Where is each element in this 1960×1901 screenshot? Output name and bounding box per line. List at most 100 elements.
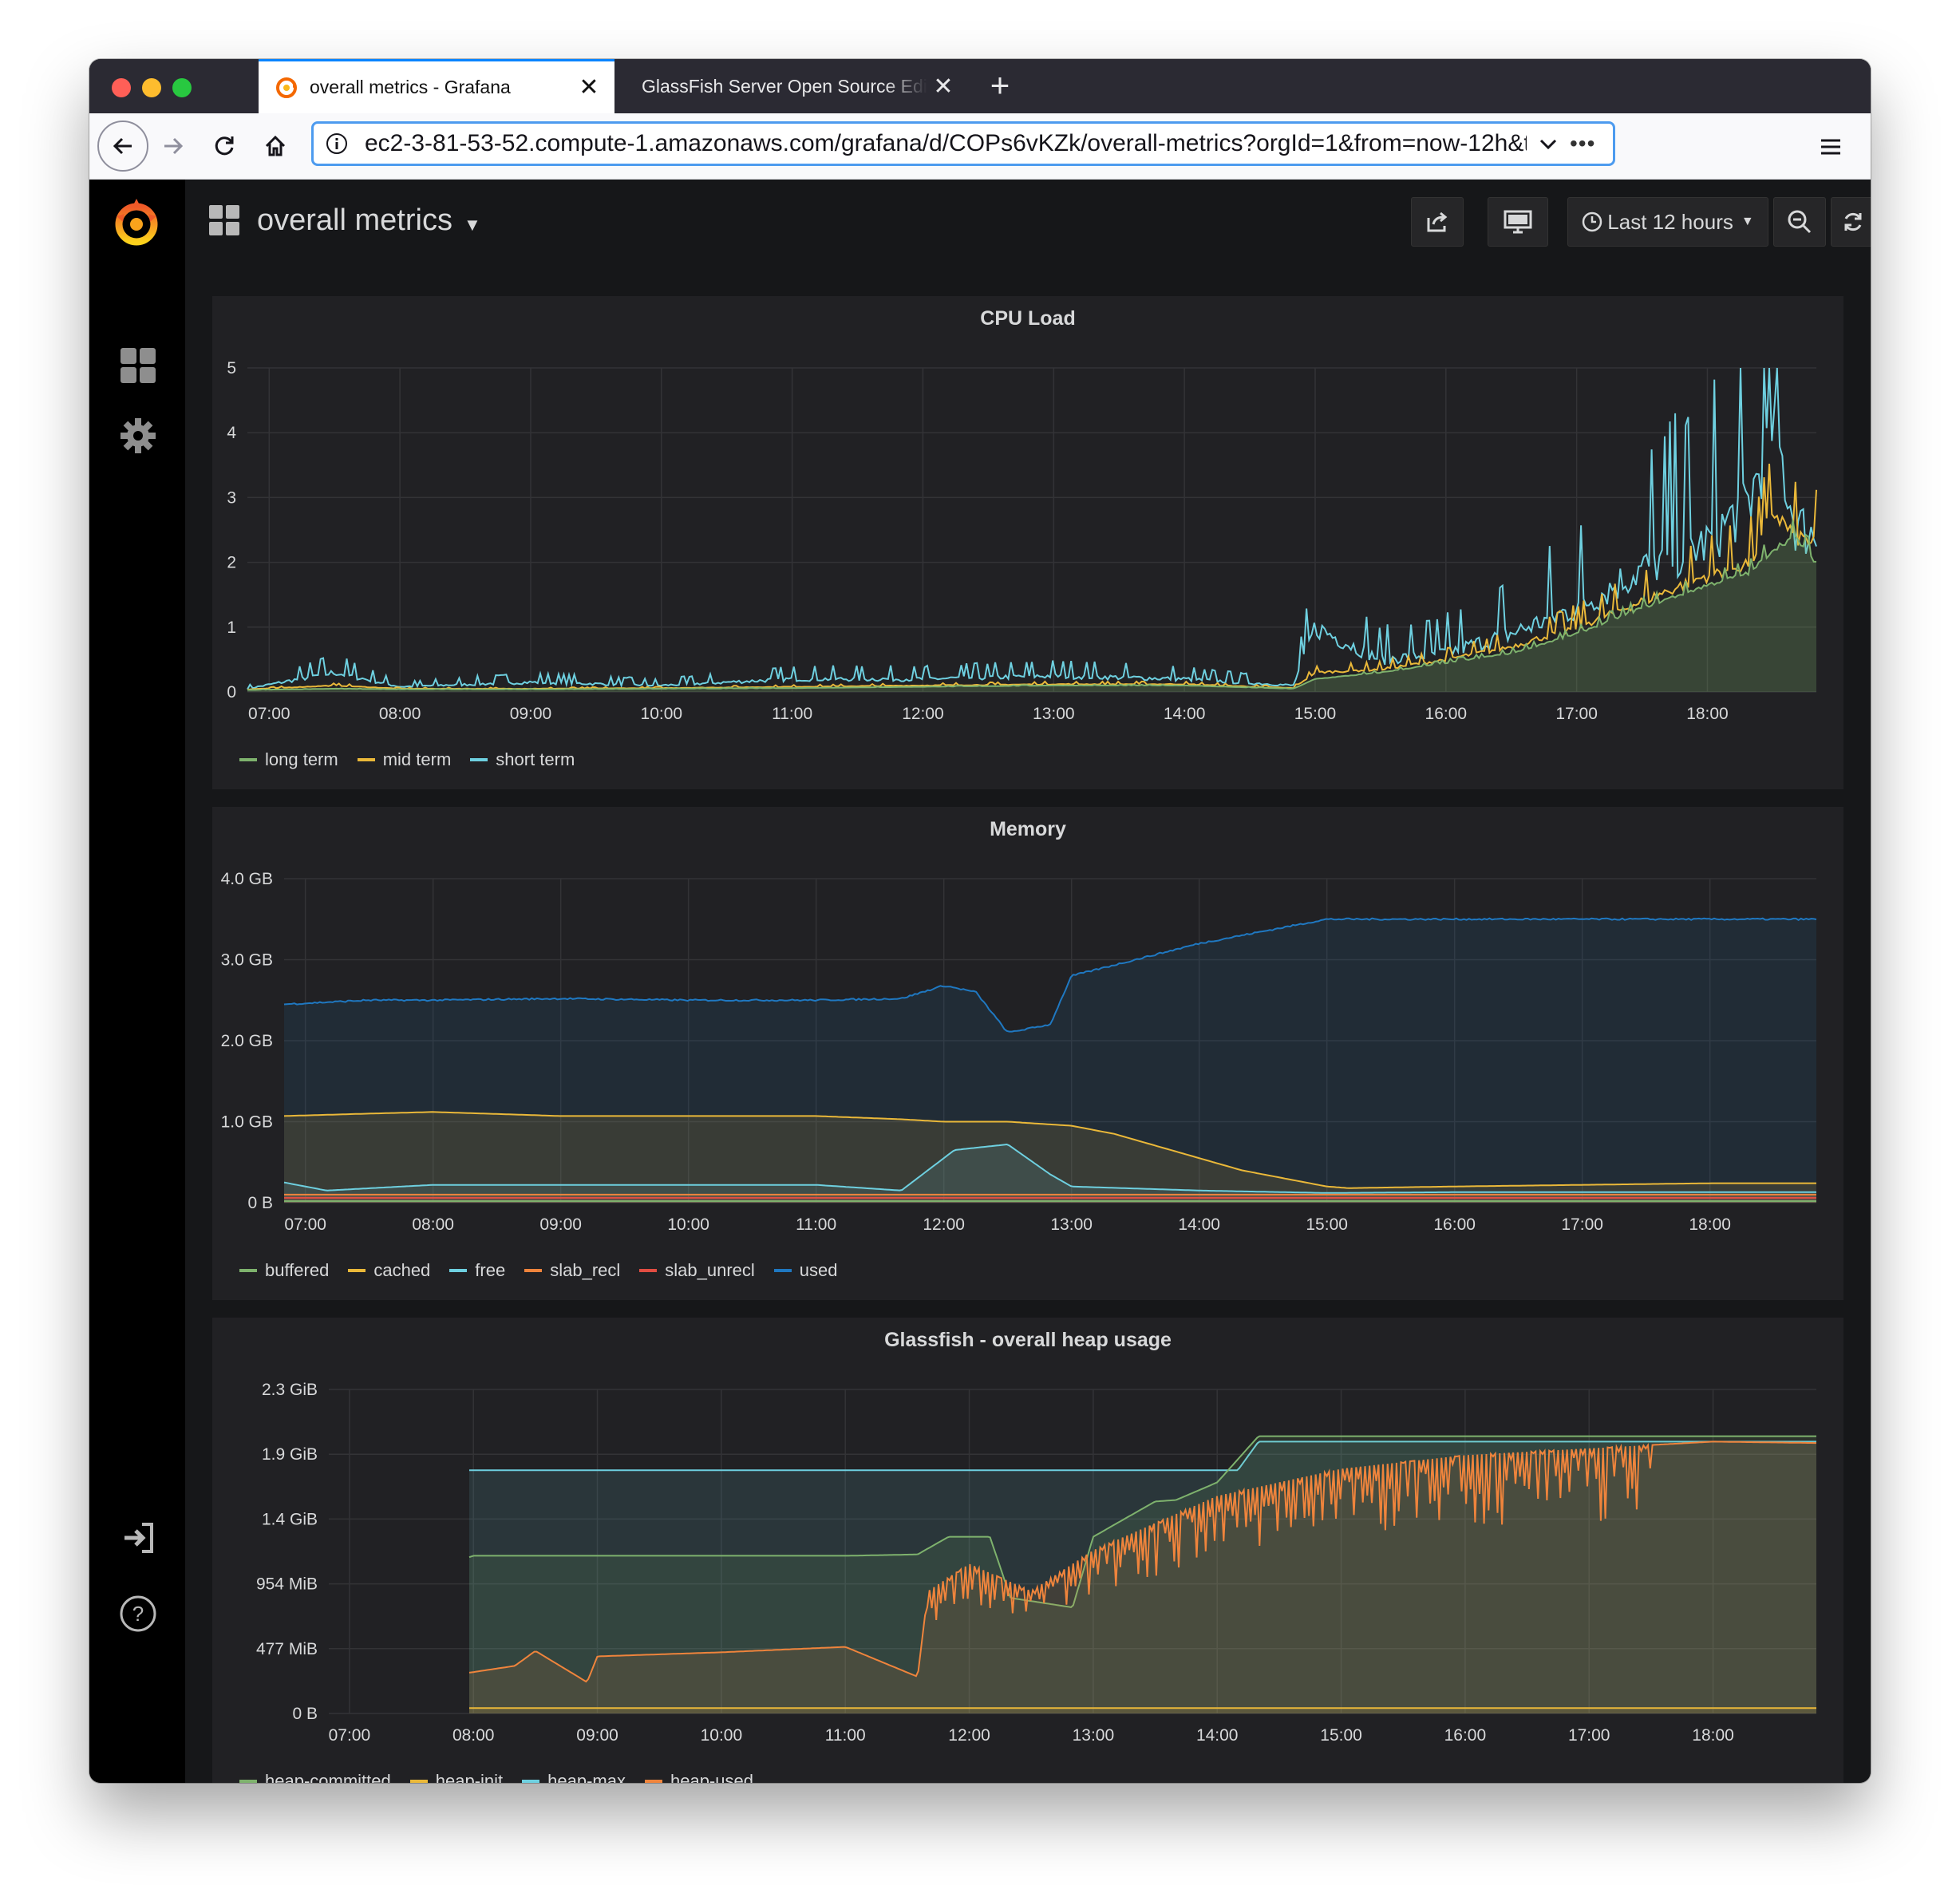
y-tick-label: 2.0 GB <box>221 1032 273 1050</box>
home-button[interactable] <box>252 123 298 169</box>
y-tick-label: 3.0 GB <box>221 951 273 970</box>
legend-item[interactable]: heap-max <box>522 1771 626 1783</box>
monitor-icon <box>1504 210 1532 234</box>
x-tick-label: 08:00 <box>452 1726 495 1745</box>
x-tick-label: 17:00 <box>1568 1726 1610 1745</box>
memory-chart[interactable]: 0 B 1.0 GB 2.0 GB 3.0 GB 4.0 GB 07:00 08:00 09:… <box>212 807 1843 1254</box>
legend-swatch <box>522 1780 540 1783</box>
minimize-window-button[interactable] <box>142 78 161 97</box>
share-button[interactable] <box>1411 197 1464 247</box>
x-tick-label: 16:00 <box>1433 1215 1476 1234</box>
grafana-icon <box>276 77 297 98</box>
x-tick-label: 11:00 <box>772 705 812 723</box>
maximize-window-button[interactable] <box>172 78 192 97</box>
panel-memory[interactable]: Memory 0 B 1.0 GB 2.0 GB 3.0 GB 4.0 GB 07:00 0… <box>212 807 1843 1300</box>
legend-item[interactable]: free <box>449 1260 505 1281</box>
legend-swatch <box>239 1780 257 1783</box>
browser-window: overall metrics - Grafana ✕ GlassFish Se… <box>89 59 1871 1783</box>
legend-item[interactable]: heap-committed <box>239 1771 391 1783</box>
tab-glassfish[interactable]: GlassFish Server Open Source Edition ✕ <box>618 59 969 113</box>
share-icon <box>1427 211 1448 232</box>
x-tick-label: 12:00 <box>948 1726 990 1745</box>
zoom-out-button[interactable] <box>1773 197 1826 247</box>
panel-cpu-load[interactable]: CPU Load 0 1 2 3 4 5 07:00 08:00 09:00 10:00 11:00… <box>212 296 1843 789</box>
page-actions-icon[interactable]: ••• <box>1570 131 1602 156</box>
sign-in-icon[interactable] <box>121 1520 156 1555</box>
reload-button[interactable] <box>201 123 247 169</box>
legend-item[interactable]: heap-used <box>644 1771 753 1783</box>
time-picker-button[interactable]: Last 12 hours ▼ <box>1567 197 1768 247</box>
heap-usage-chart[interactable]: 0 B 477 MiB 954 MiB 1.4 GiB 1.9 GiB 2.3 GiB 07… <box>212 1318 1843 1765</box>
hamburger-menu-icon[interactable] <box>1813 129 1848 164</box>
legend-swatch <box>409 1780 428 1783</box>
y-tick-label: 0 B <box>292 1705 318 1723</box>
x-tick-label: 18:00 <box>1686 705 1729 723</box>
legend-label: buffered <box>265 1260 330 1280</box>
caret-down-icon: ▼ <box>1741 215 1754 228</box>
y-tick-label: 4 <box>227 424 236 442</box>
back-button[interactable] <box>97 121 148 172</box>
legend-label: heap-used <box>670 1771 753 1783</box>
y-tick-label: 5 <box>227 359 236 377</box>
x-tick-label: 16:00 <box>1444 1726 1487 1745</box>
y-tick-label: 1.9 GiB <box>262 1445 318 1464</box>
info-icon[interactable] <box>325 132 349 156</box>
y-tick-label: 0 <box>227 683 236 702</box>
grafana-logo-icon[interactable] <box>110 196 163 248</box>
legend-item[interactable]: slab_recl <box>524 1260 620 1281</box>
svg-text:?: ? <box>132 1602 144 1626</box>
legend-swatch <box>524 1269 543 1272</box>
dashboard-picker[interactable]: overall metrics ▼ <box>209 204 481 238</box>
address-bar[interactable]: ec2-3-81-53-52.compute-1.amazonaws.com/g… <box>311 121 1615 166</box>
panel-glassfish-heap[interactable]: Glassfish - overall heap usage 0 B 477 Mi… <box>212 1318 1843 1783</box>
legend-item[interactable]: used <box>773 1260 838 1281</box>
legend-swatch <box>773 1269 792 1272</box>
legend-item[interactable]: buffered <box>239 1260 329 1281</box>
legend-item[interactable]: cached <box>348 1260 430 1281</box>
y-tick-label: 1.0 GB <box>221 1113 273 1132</box>
chevron-down-icon[interactable] <box>1536 132 1560 156</box>
gear-icon[interactable] <box>120 417 156 454</box>
x-tick-label: 09:00 <box>510 705 552 723</box>
tab-title: GlassFish Server Open Source Edition <box>642 75 927 97</box>
cpu-load-chart[interactable]: 0 1 2 3 4 5 07:00 08:00 09:00 10:00 11:00 12:00 13:0… <box>212 296 1843 743</box>
forward-button[interactable] <box>150 123 196 169</box>
dashboards-icon[interactable] <box>120 347 156 384</box>
close-window-button[interactable] <box>112 78 131 97</box>
x-tick-label: 17:00 <box>1555 705 1598 723</box>
close-tab-icon[interactable]: ✕ <box>573 73 605 101</box>
help-icon[interactable]: ? <box>118 1594 158 1634</box>
legend-item[interactable]: slab_unrecl <box>639 1260 755 1281</box>
legend-item[interactable]: heap-init <box>409 1771 503 1783</box>
series-area <box>469 1708 1816 1713</box>
nav-bar: ec2-3-81-53-52.compute-1.amazonaws.com/g… <box>89 113 1871 180</box>
refresh-button[interactable] <box>1831 197 1871 247</box>
close-tab-icon[interactable]: ✕ <box>927 73 959 101</box>
legend-swatch <box>470 758 488 761</box>
x-tick-label: 16:00 <box>1425 705 1468 723</box>
legend-swatch <box>348 1269 366 1272</box>
new-tab-button[interactable]: + <box>980 65 1020 105</box>
grafana-sidemenu: ? <box>89 180 185 1783</box>
legend-item[interactable]: short term <box>470 749 575 770</box>
tv-mode-button[interactable] <box>1488 197 1548 247</box>
legend-item[interactable]: long term <box>239 749 338 770</box>
legend-swatch <box>239 1269 257 1272</box>
legend-item[interactable]: mid term <box>357 749 451 770</box>
legend-swatch <box>644 1780 662 1783</box>
tab-bar: overall metrics - Grafana ✕ GlassFish Se… <box>89 59 1871 113</box>
reload-icon <box>215 136 234 156</box>
tab-grafana[interactable]: overall metrics - Grafana ✕ <box>259 59 614 113</box>
legend-swatch <box>449 1269 468 1272</box>
x-tick-label: 14:00 <box>1178 1215 1220 1234</box>
home-icon <box>265 135 286 156</box>
y-tick-label: 477 MiB <box>256 1640 318 1658</box>
legend-label: used <box>799 1260 838 1280</box>
legend-label: cached <box>373 1260 431 1280</box>
legend: heap-committed heap-init heap-max heap-u… <box>239 1771 753 1783</box>
y-tick-label: 4.0 GB <box>221 870 273 888</box>
url-text: ec2-3-81-53-52.compute-1.amazonaws.com/g… <box>365 130 1527 156</box>
legend-swatch <box>239 758 257 761</box>
y-tick-label: 2 <box>227 554 236 572</box>
legend-label: heap-committed <box>265 1771 391 1783</box>
